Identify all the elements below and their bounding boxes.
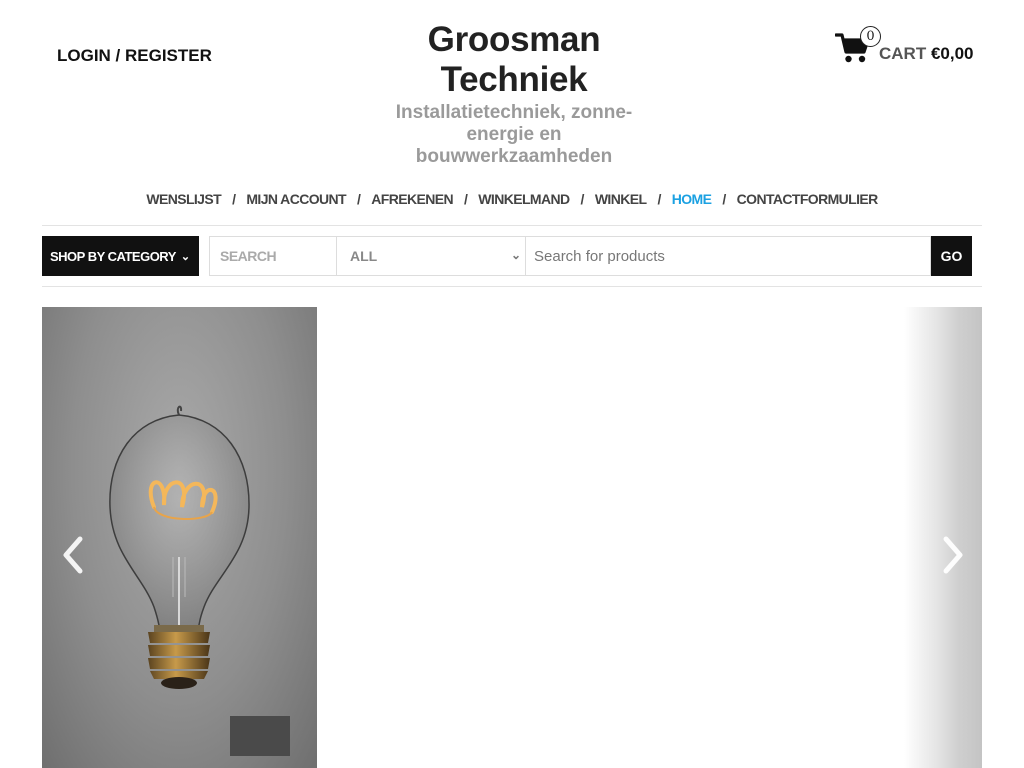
nav-item-mijn-account[interactable]: MIJN ACCOUNT (246, 191, 346, 207)
nav-item-home[interactable]: HOME (672, 191, 712, 207)
nav-separator: / (356, 191, 361, 207)
nav-separator: / (232, 191, 236, 207)
divider-bottom (42, 286, 982, 287)
category-select[interactable]: ALL ⌄ (336, 236, 526, 276)
nav-item-wenslijst[interactable]: WENSLIJST (146, 191, 221, 207)
chevron-left-icon (63, 536, 83, 574)
chevron-down-icon: ⌄ (510, 248, 521, 262)
tagline-line-2: energie en (466, 124, 562, 145)
login-register-link[interactable]: LOGIN / REGISTER (57, 46, 212, 66)
nav-item-afrekenen[interactable]: AFREKENEN (371, 191, 453, 207)
shop-by-category-button[interactable]: SHOP BY CATEGORY ⌄ (42, 236, 199, 276)
site-title-line-1: Groosman (427, 20, 601, 59)
main-navigation: WENSLIJST / MIJN ACCOUNT / AFREKENEN / WINKELM… (0, 191, 1024, 207)
nav-item-contactformulier[interactable]: CONTACTFORMULIER (737, 191, 879, 207)
nav-separator: / (722, 191, 726, 207)
site-title[interactable]: Groosman Techniek (384, 20, 644, 100)
nav-separator: / (580, 191, 585, 207)
cart-count-badge: 0 (860, 26, 881, 47)
nav-separator: / (657, 191, 661, 207)
shop-by-category-label: SHOP BY CATEGORY (50, 248, 176, 264)
site-tagline: Installatietechniek, zonne- energie en b… (384, 102, 644, 168)
slider-next-button[interactable] (938, 535, 968, 575)
category-select-value: ALL (350, 248, 378, 264)
chevron-down-icon: ⌄ (180, 250, 190, 263)
cart-amount: €0,00 (930, 44, 974, 63)
cart-icon-wrapper: 0 (835, 26, 881, 68)
tagline-line-3: bouwwerkzaamheden (415, 146, 613, 167)
cart-label: CART €0,00 (879, 44, 974, 64)
nav-separator: / (464, 191, 468, 207)
product-slider (42, 307, 982, 768)
site-title-line-2: Techniek (440, 60, 588, 99)
cart-link[interactable]: 0 CART €0,00 (835, 26, 974, 68)
nav-item-winkel[interactable]: WINKEL (595, 191, 647, 207)
divider-top (42, 225, 982, 226)
site-branding: Groosman Techniek Installatietechniek, z… (384, 20, 644, 168)
search-go-button[interactable]: GO (931, 236, 972, 276)
search-label: SEARCH (209, 236, 336, 276)
cart-text: CART (879, 44, 927, 63)
slider-prev-button[interactable] (58, 535, 88, 575)
tagline-line-1: Installatietechniek, zonne- (395, 102, 633, 123)
product-search-input[interactable] (526, 236, 931, 276)
nav-item-winkelmand[interactable]: WINKELMAND (478, 191, 570, 207)
slide-caption-box (230, 716, 290, 756)
chevron-right-icon (943, 536, 963, 574)
